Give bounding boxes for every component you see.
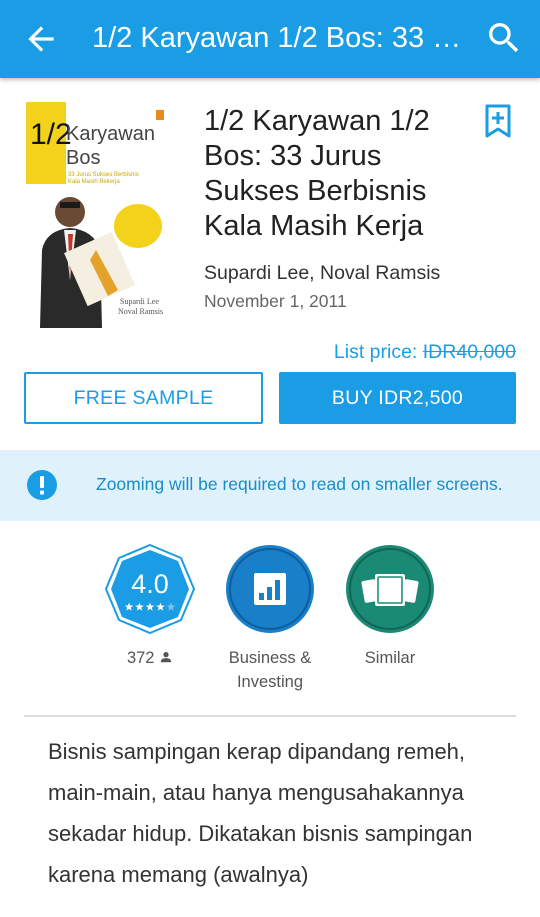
review-count-value: 372 (126, 649, 155, 667)
cover-title-word2: Bos (66, 147, 100, 169)
buy-button[interactable]: BUY IDR2,500 (279, 372, 516, 424)
similar-label: Similar (364, 649, 416, 667)
cover-author-1: Supardi Lee (120, 297, 159, 306)
category-label-line1: Business & (228, 649, 312, 667)
publish-date: November 1, 2011 (204, 291, 347, 311)
app-bar-title: 1/2 Karyawan 1/2 Bos: 33 Jurus Sukses Be… (92, 22, 472, 54)
info-icon (27, 470, 57, 500)
rating-badge[interactable]: 4.0 (105, 544, 195, 634)
free-sample-button[interactable]: FREE SAMPLE (24, 372, 263, 424)
divider (24, 715, 516, 717)
review-count: 372 (80, 646, 220, 670)
list-price: List price: IDR40,000 (334, 341, 516, 364)
banner-message: Zooming will be required to read on smal… (96, 474, 503, 494)
bookmark-add-icon[interactable] (484, 104, 512, 138)
book-authors[interactable]: Supardi Lee, Noval Ramsis (204, 262, 440, 285)
book-cover[interactable]: 1/2 Karyawan Bos 33 Jurus Sukses Berbisn… (26, 100, 174, 328)
category-label-line2: Investing (236, 673, 304, 691)
description-fade (360, 855, 470, 896)
category-label: Business & Investing (200, 646, 340, 694)
category-badge[interactable] (225, 544, 315, 634)
arrow-left-icon[interactable] (22, 20, 60, 58)
person-icon (160, 652, 172, 663)
cover-author-2: Noval Ramsis (118, 307, 163, 316)
book-title: 1/2 Karyawan 1/2 Bos: 33 Jurus Sukses Be… (204, 105, 430, 242)
similar-badge[interactable] (345, 544, 435, 634)
app-bar: 1/2 Karyawan 1/2 Bos: 33 Jurus Sukses Be… (0, 0, 540, 78)
cover-title-word1: Karyawan (66, 123, 155, 145)
book-cover-art: 1/2 Karyawan Bos 33 Jurus Sukses Berbisn… (26, 100, 174, 328)
cover-subtitle-line2: Kala Masih Bekerja (68, 179, 120, 185)
zoom-info-banner: Zooming will be required to read on smal… (0, 450, 540, 521)
list-price-value: IDR40,000 (422, 341, 516, 363)
list-price-label: List price: (333, 341, 418, 363)
rating-value: 4.0 (131, 569, 169, 599)
cover-subtitle-line1: 33 Jurus Sukses Berbisnis (68, 172, 139, 178)
search-icon[interactable] (484, 18, 524, 58)
